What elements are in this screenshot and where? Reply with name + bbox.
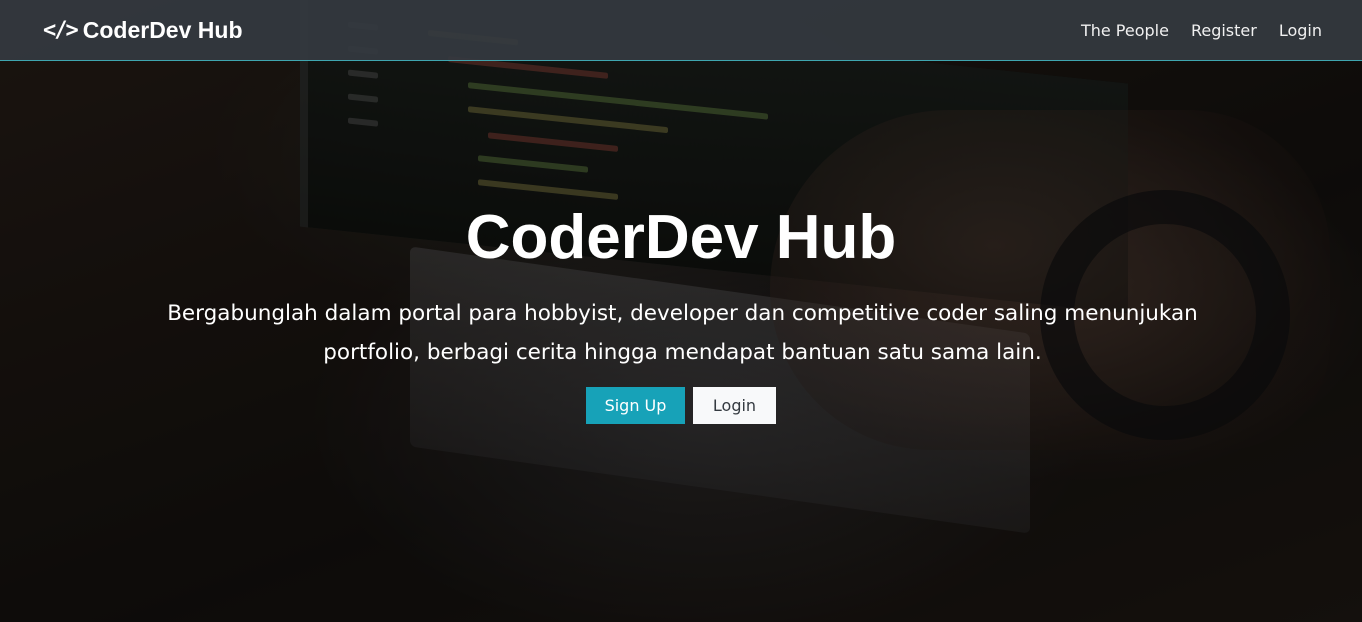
- hero-lead: Bergabunglah dalam portal para hobbyist,…: [167, 301, 1198, 365]
- brand-name: CoderDev Hub: [82, 16, 243, 43]
- brand-link[interactable]: </> CoderDev Hub: [43, 17, 243, 44]
- navbar: </> CoderDev Hub The People Register Log…: [0, 0, 1362, 61]
- nav-link-register[interactable]: Register: [1191, 21, 1257, 40]
- hero-title: CoderDev Hub: [465, 203, 897, 272]
- code-icon: </>: [43, 17, 79, 43]
- hero-buttons: Sign Up Login: [0, 387, 1362, 424]
- nav-links: The People Register Login: [1059, 21, 1322, 40]
- nav-link-login[interactable]: Login: [1279, 21, 1322, 40]
- nav-link-the-people[interactable]: The People: [1081, 21, 1169, 40]
- sign-up-button[interactable]: Sign Up: [586, 387, 685, 424]
- login-button[interactable]: Login: [693, 387, 776, 424]
